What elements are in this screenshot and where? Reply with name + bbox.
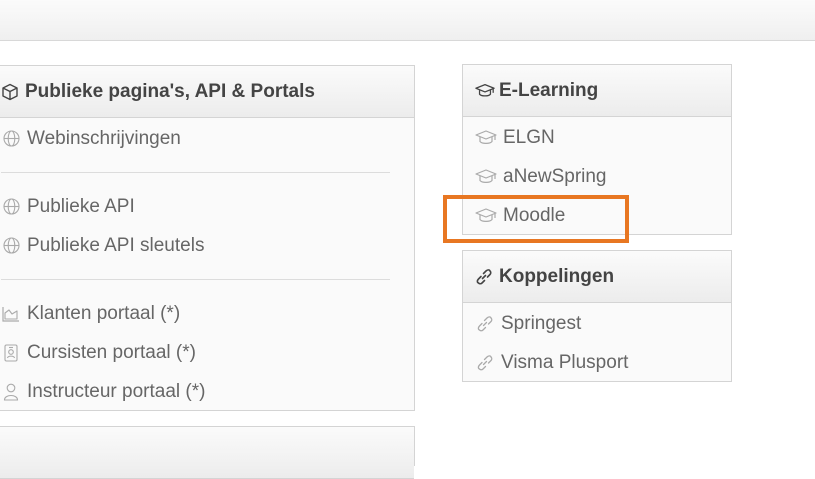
menu-item-label: Klanten portaal (*) [27, 302, 181, 324]
menu-item-label: Springest [501, 312, 582, 334]
menu-item-label: ELGN [503, 126, 555, 148]
cube-icon [1, 82, 21, 102]
menu-item-webinschrijvingen[interactable]: Webinschrijvingen [0, 119, 414, 158]
koppelingen-panel: Koppelingen Springest Visma Plusport [462, 250, 732, 382]
partial-panel [0, 426, 415, 479]
graduation-cap-icon [475, 167, 497, 187]
moodle-highlight-box [443, 195, 629, 243]
menu-item-klanten-portaal[interactable]: Klanten portaal (*) [0, 294, 414, 333]
menu-item-instructeur-portaal[interactable]: Instructeur portaal (*) [0, 372, 414, 411]
top-bar [0, 0, 815, 41]
menu-item-label: Webinschrijvingen [27, 127, 181, 149]
menu-item-elgn[interactable]: ELGN [463, 118, 731, 157]
menu-item-visma-plusport[interactable]: Visma Plusport [463, 343, 731, 382]
menu-item-springest[interactable]: Springest [463, 304, 731, 343]
menu-item-label: Visma Plusport [501, 351, 629, 373]
globe-icon [1, 197, 21, 217]
public-pages-panel: Publieke pagina's, API & Portals Webinsc… [0, 65, 415, 411]
public-pages-panel-header: Publieke pagina's, API & Portals [0, 66, 414, 118]
globe-icon [1, 129, 21, 149]
menu-item-publieke-api[interactable]: Publieke API [0, 187, 414, 226]
menu-item-label: Instructeur portaal (*) [27, 380, 206, 402]
graduation-cap-icon [475, 128, 497, 148]
user-icon [1, 382, 21, 402]
menu-item-label: aNewSpring [503, 165, 607, 187]
menu-item-anewspring[interactable]: aNewSpring [463, 157, 731, 196]
menu-item-publieke-api-sleutels[interactable]: Publieke API sleutels [0, 226, 414, 265]
id-badge-icon [1, 343, 21, 363]
divider [1, 279, 390, 280]
menu-item-label: Publieke API sleutels [27, 234, 205, 256]
menu-item-cursisten-portaal[interactable]: Cursisten portaal (*) [0, 333, 414, 372]
globe-icon [1, 236, 21, 256]
graduation-cap-icon [475, 81, 495, 101]
link-icon [475, 267, 495, 287]
koppelingen-panel-header: Koppelingen [463, 251, 731, 303]
public-pages-panel-title: Publieke pagina's, API & Portals [25, 80, 315, 102]
menu-item-label: Publieke API [27, 195, 135, 217]
menu-item-label: Cursisten portaal (*) [27, 341, 196, 363]
link-icon [475, 314, 495, 334]
elearning-panel-title: E-Learning [499, 79, 599, 101]
partial-panel-header [0, 427, 414, 479]
area-chart-icon [1, 304, 21, 324]
koppelingen-panel-title: Koppelingen [499, 265, 615, 287]
divider [1, 172, 390, 173]
elearning-panel-header: E-Learning [463, 65, 731, 117]
link-icon [475, 353, 495, 373]
